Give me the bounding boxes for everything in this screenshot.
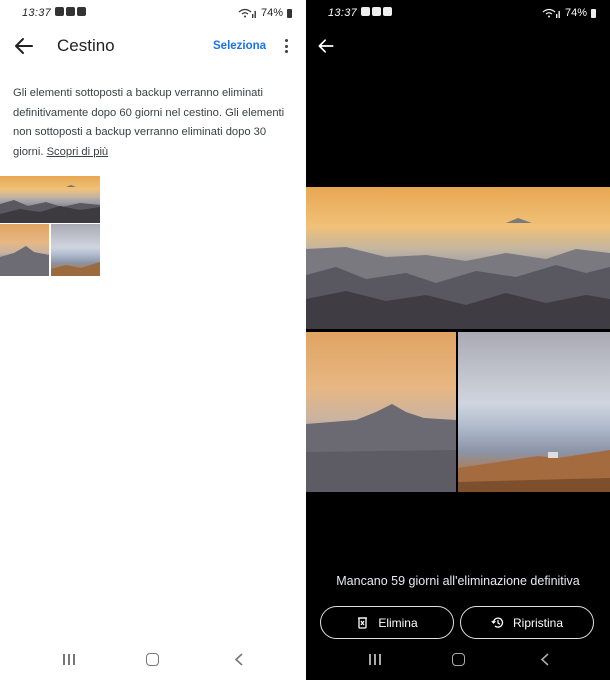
mountain-landscape-image [0,185,100,223]
learn-more-link[interactable]: Scopri di più [47,146,109,158]
thumbnail-clouds[interactable] [51,224,100,276]
nav-back-icon[interactable] [233,653,245,666]
delete-button[interactable]: Elimina [320,606,454,639]
thumbnail-peak[interactable] [0,224,49,276]
mountain-peak-image [306,404,456,492]
deletion-countdown: Mancano 59 giorni all'eliminazione defin… [336,574,580,588]
wifi-icon [542,8,560,18]
status-right: 74% [541,7,596,19]
battery-icon [591,8,596,18]
mountain-landscape-image [306,218,610,329]
restore-label: Ripristina [512,615,563,630]
clouds-image [51,262,100,276]
notification-icons [55,7,86,16]
restore-icon [491,617,504,628]
arrow-back-icon[interactable] [316,36,336,56]
status-right: 74% [237,7,292,19]
restore-button[interactable]: Ripristina [460,606,594,639]
delete-label: Elimina [378,615,418,630]
photo-landscape[interactable] [306,187,610,329]
status-time: 13:37 [22,7,52,19]
recent-apps-icon[interactable] [369,654,381,665]
app-bar: Cestino Seleziona [0,28,306,68]
page-title: Cestino [57,36,115,55]
system-nav-bar [0,640,306,680]
photo-peak[interactable] [306,332,456,492]
system-nav-bar [306,640,610,680]
app-bar [306,28,610,68]
select-button[interactable]: Seleziona [213,40,266,52]
mountain-peak-image [0,246,49,276]
photo-clouds[interactable] [458,332,610,492]
trash-info: Gli elementi sottoposti a backup verrann… [13,84,295,162]
status-bar: 13:37 74% [306,0,610,26]
thumbnail-landscape[interactable] [0,176,100,223]
nav-back-icon[interactable] [539,653,551,666]
status-time: 13:37 [328,7,358,19]
home-icon[interactable] [146,653,159,666]
battery-percent: 74% [564,7,587,19]
photo-viewer-screen: 13:37 74% Mancano 59 giorni all'eliminaz… [306,0,610,680]
arrow-back-icon[interactable] [12,34,36,58]
trash-screen: 13:37 74% Cestino Seleziona Gli elementi… [0,0,306,680]
delete-icon [358,617,368,629]
wifi-icon [238,8,256,18]
notification-icons [361,7,392,16]
battery-icon [287,8,292,18]
battery-percent: 74% [260,7,283,19]
more-vert-icon[interactable] [281,39,291,55]
status-bar: 13:37 74% [0,0,306,26]
clouds-image [458,450,610,492]
home-icon[interactable] [452,653,465,666]
recent-apps-icon[interactable] [63,654,75,665]
